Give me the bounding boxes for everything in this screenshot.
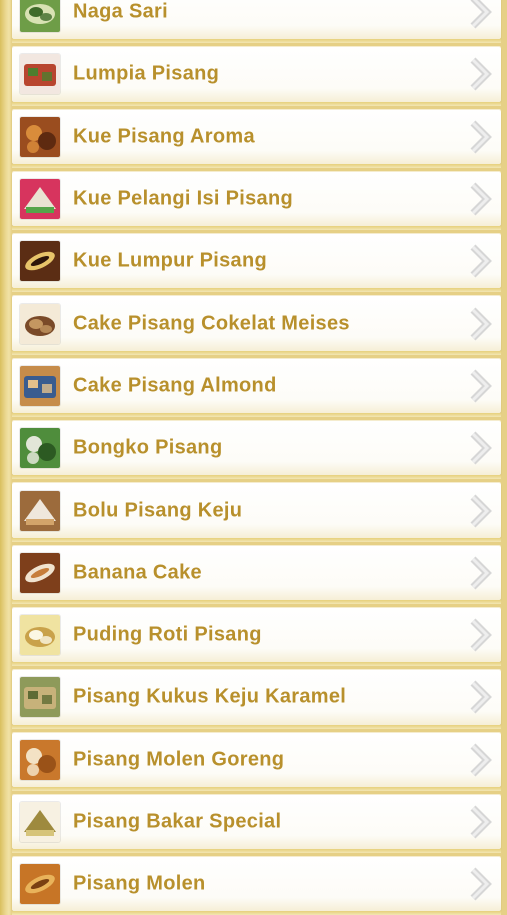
- chevron-right-icon: [467, 680, 495, 714]
- recipe-list-item[interactable]: Cake Pisang Cokelat Meises: [0, 292, 507, 356]
- recipe-list-item[interactable]: Kue Pelangi Isi Pisang: [0, 168, 507, 231]
- chevron-right-icon: [467, 0, 495, 29]
- recipe-title: Kue Lumpur Pisang: [73, 249, 268, 272]
- recipe-list-item[interactable]: Pisang Kukus Keju Karamel: [0, 666, 507, 729]
- recipe-thumbnail: [20, 677, 60, 718]
- recipe-list-item[interactable]: Bolu Pisang Keju: [0, 479, 507, 542]
- chevron-right-icon: [467, 244, 495, 278]
- recipe-title: Cake Pisang Almond: [73, 374, 277, 397]
- recipe-list-item[interactable]: Puding Roti Pisang: [0, 604, 507, 667]
- chevron-right-icon: [467, 307, 495, 341]
- chevron-right-icon: [467, 743, 495, 777]
- list-item-card[interactable]: Pisang Kukus Keju Karamel: [12, 670, 501, 725]
- recipe-title: Kue Pisang Aroma: [73, 125, 255, 148]
- chevron-right-icon: [467, 556, 495, 590]
- chevron-right-icon: [467, 57, 495, 91]
- list-item-card[interactable]: Pisang Molen Goreng: [12, 732, 501, 787]
- recipe-list-item[interactable]: Bongko Pisang: [0, 417, 507, 480]
- recipe-title: Pisang Kukus Keju Karamel: [73, 685, 347, 708]
- list-item-card[interactable]: Cake Pisang Almond: [12, 358, 501, 414]
- recipe-title: Naga Sari: [73, 0, 168, 23]
- list-item-card[interactable]: Bongko Pisang: [12, 421, 501, 476]
- list-item-card[interactable]: Kue Lumpur Pisang: [12, 234, 501, 289]
- chevron-right-icon: [467, 867, 495, 901]
- recipe-list-item[interactable]: Cake Pisang Almond: [0, 355, 507, 418]
- chevron-right-icon: [467, 369, 495, 403]
- recipe-thumbnail: [20, 428, 60, 469]
- list-item-card[interactable]: Banana Cake: [12, 545, 501, 600]
- chevron-right-icon: [467, 805, 495, 839]
- recipe-thumbnail: [20, 490, 60, 531]
- recipe-thumbnail: [20, 864, 60, 905]
- list-item-card[interactable]: Bolu Pisang Keju: [12, 483, 501, 538]
- recipe-list-item[interactable]: Kue Lumpur Pisang: [0, 230, 507, 293]
- chevron-right-icon: [467, 494, 495, 528]
- recipe-title: Puding Roti Pisang: [73, 623, 262, 646]
- recipe-thumbnail: [20, 739, 60, 780]
- recipe-thumbnail: [20, 303, 60, 344]
- recipe-list-item[interactable]: Pisang Bakar Special: [0, 791, 507, 854]
- recipe-thumbnail: [20, 116, 60, 157]
- recipe-title: Kue Pelangi Isi Pisang: [73, 187, 293, 210]
- recipe-thumbnail: [20, 365, 60, 406]
- recipe-title: Bolu Pisang Keju: [73, 499, 243, 522]
- list-item-card[interactable]: Puding Roti Pisang: [12, 607, 501, 663]
- recipe-title: Banana Cake: [73, 561, 202, 584]
- recipe-thumbnail: [20, 54, 60, 95]
- recipe-title: Lumpia Pisang: [73, 62, 220, 85]
- recipe-list-item[interactable]: Kue Pisang Aroma: [0, 106, 507, 169]
- recipe-title: Pisang Molen: [73, 872, 206, 895]
- chevron-right-icon: [467, 431, 495, 465]
- recipe-title: Pisang Bakar Special: [73, 810, 282, 833]
- recipe-title: Cake Pisang Cokelat Meises: [73, 312, 350, 335]
- list-item-card[interactable]: Pisang Molen: [12, 857, 501, 912]
- recipe-list-item[interactable]: Pisang Molen: [0, 853, 507, 915]
- chevron-right-icon: [467, 182, 495, 216]
- chevron-right-icon: [467, 120, 495, 154]
- recipe-title: Bongko Pisang: [73, 436, 223, 459]
- recipe-thumbnail: [20, 802, 60, 842]
- recipe-thumbnail: [20, 241, 60, 282]
- list-item-card[interactable]: Lumpia Pisang: [12, 47, 501, 102]
- recipe-list-item[interactable]: Lumpia Pisang: [0, 43, 507, 106]
- recipe-list-item[interactable]: Naga Sari: [0, 0, 507, 44]
- list-item-card[interactable]: Naga Sari: [12, 0, 501, 40]
- recipe-thumbnail: [20, 552, 60, 593]
- recipe-title: Pisang Molen Goreng: [73, 748, 285, 771]
- recipe-list-item[interactable]: Banana Cake: [0, 542, 507, 605]
- list-item-card[interactable]: Kue Pelangi Isi Pisang: [12, 171, 501, 227]
- list-item-card[interactable]: Pisang Bakar Special: [12, 794, 501, 850]
- list-item-card[interactable]: Cake Pisang Cokelat Meises: [12, 296, 501, 351]
- recipe-list: Naga Sari Lumpia Pisang Kue Pisang Aroma Ku…: [0, 0, 507, 915]
- recipe-list-item[interactable]: Pisang Molen Goreng: [0, 729, 507, 792]
- list-item-card[interactable]: Kue Pisang Aroma: [12, 109, 501, 164]
- chevron-right-icon: [467, 618, 495, 652]
- recipe-thumbnail: [20, 0, 60, 33]
- recipe-thumbnail: [20, 179, 60, 220]
- recipe-thumbnail: [20, 615, 60, 656]
